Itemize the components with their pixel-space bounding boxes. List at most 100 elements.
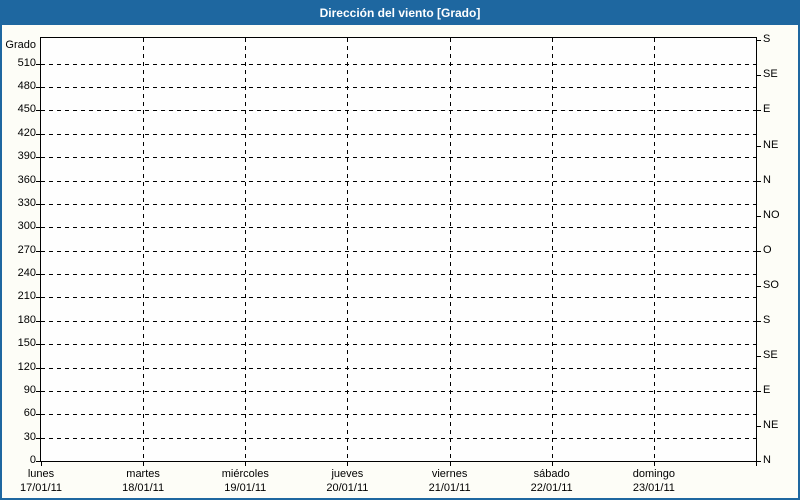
day-name-label: viernes xyxy=(431,468,468,480)
day-name-label: lunes xyxy=(27,468,55,480)
day-date-label: 20/01/11 xyxy=(326,482,369,494)
compass-axis-tick xyxy=(757,215,761,217)
y-tick-label: 30 xyxy=(23,430,36,443)
x-axis-tick xyxy=(143,462,145,466)
y-axis-tick xyxy=(36,250,40,252)
compass-tick-label: NE xyxy=(763,138,779,151)
h-gridline xyxy=(41,274,756,275)
h-gridline xyxy=(41,63,756,65)
compass-tick-label: SE xyxy=(763,68,778,81)
day-label-group: sábado 22/01/11 xyxy=(501,467,603,495)
y-tick-label: 390 xyxy=(17,150,36,163)
x-axis-tick xyxy=(449,462,451,466)
y-axis-tick xyxy=(36,157,40,159)
day-label-group: viernes 21/01/11 xyxy=(399,467,501,495)
h-gridline xyxy=(41,133,756,135)
y-axis-tick xyxy=(36,180,40,182)
day-name-label: martes xyxy=(126,468,160,480)
day-label-group: jueves 20/01/11 xyxy=(296,467,398,495)
y-axis-tick xyxy=(36,63,40,65)
compass-tick-label: E xyxy=(763,383,771,396)
compass-tick-label: NO xyxy=(763,208,780,221)
y-axis-tick xyxy=(36,227,40,229)
h-gridline xyxy=(41,344,756,346)
y-axis-tick xyxy=(36,297,40,299)
day-label-group: miércoles 19/01/11 xyxy=(194,467,296,495)
compass-axis-tick xyxy=(757,145,761,147)
y-axis-tick xyxy=(36,110,40,112)
x-axis-tick xyxy=(551,462,553,466)
y-tick-label: 120 xyxy=(17,360,36,373)
x-axis-tick xyxy=(653,462,655,466)
y-tick-label: 330 xyxy=(17,196,36,209)
y-axis-tick xyxy=(36,437,40,439)
compass-tick-label: E xyxy=(763,103,771,116)
compass-axis-tick xyxy=(757,285,761,287)
day-name-label: sábado xyxy=(533,468,570,480)
y-axis-unit-label: Grado xyxy=(5,39,36,51)
compass-tick-label: SE xyxy=(763,348,778,361)
x-axis-tick xyxy=(245,462,247,466)
y-axis-tick xyxy=(36,344,40,346)
compass-axis-tick xyxy=(757,425,761,427)
y-axis-tick xyxy=(36,133,40,135)
compass-axis-tick xyxy=(757,320,761,322)
day-date-label: 23/01/11 xyxy=(632,482,675,494)
y-axis-tick xyxy=(36,274,40,275)
v-gridline xyxy=(653,38,655,461)
v-gridline xyxy=(143,38,145,461)
y-tick-label: 60 xyxy=(23,407,36,420)
day-date-label: 17/01/11 xyxy=(19,482,62,494)
compass-tick-label: O xyxy=(763,243,772,256)
h-gridline xyxy=(41,414,756,416)
compass-axis-tick xyxy=(757,355,761,357)
h-gridline xyxy=(41,87,756,89)
chart-layer: Grado 510 480 450 420 390 360 330 300 270 240 210 1… xyxy=(2,2,798,498)
x-axis-tick xyxy=(347,462,349,466)
h-gridline xyxy=(41,437,756,439)
y-tick-label: 240 xyxy=(17,267,36,279)
y-tick-label: 180 xyxy=(17,313,36,326)
compass-axis-tick xyxy=(757,40,761,42)
day-label-group: lunes 17/01/11 xyxy=(2,467,92,495)
y-tick-label: 210 xyxy=(17,290,36,303)
x-axis-tick xyxy=(41,462,42,466)
h-gridline xyxy=(41,250,756,252)
v-gridline xyxy=(449,38,451,461)
h-gridline xyxy=(41,110,756,112)
y-axis-tick xyxy=(36,367,40,369)
y-axis-tick xyxy=(36,203,40,205)
plot-area xyxy=(40,37,757,462)
compass-axis-tick xyxy=(757,75,761,77)
h-gridline xyxy=(41,390,756,392)
v-gridline xyxy=(347,38,349,461)
day-name-label: miércoles xyxy=(221,468,269,480)
y-tick-label: 150 xyxy=(17,337,36,350)
compass-axis-tick xyxy=(757,390,761,392)
h-gridline xyxy=(41,203,756,205)
x-axis-tick xyxy=(756,462,757,466)
compass-tick-label: SO xyxy=(763,278,779,291)
day-label-group: martes 18/01/11 xyxy=(92,467,194,495)
y-tick-label: 360 xyxy=(17,173,36,186)
y-tick-label: 420 xyxy=(17,126,36,139)
day-name-label: jueves xyxy=(331,468,364,480)
h-gridline xyxy=(41,367,756,369)
day-date-label: 18/01/11 xyxy=(122,482,165,494)
y-tick-label: 450 xyxy=(17,103,36,116)
compass-axis-tick xyxy=(757,110,761,112)
y-axis-tick xyxy=(36,461,40,462)
y-tick-label: 270 xyxy=(17,243,36,256)
v-gridline xyxy=(551,38,553,461)
compass-tick-label: S xyxy=(763,313,771,326)
y-axis-tick xyxy=(36,390,40,392)
h-gridline xyxy=(41,320,756,322)
compass-tick-label: NE xyxy=(763,418,779,431)
chart-window: Dirección del viento [Grado] Grado 510 48… xyxy=(0,0,800,500)
v-gridline xyxy=(245,38,247,461)
h-gridline xyxy=(41,180,756,182)
compass-axis-tick xyxy=(757,250,761,252)
y-axis-tick xyxy=(36,87,40,89)
y-tick-label: 90 xyxy=(23,383,36,396)
day-date-label: 22/01/11 xyxy=(530,482,573,494)
